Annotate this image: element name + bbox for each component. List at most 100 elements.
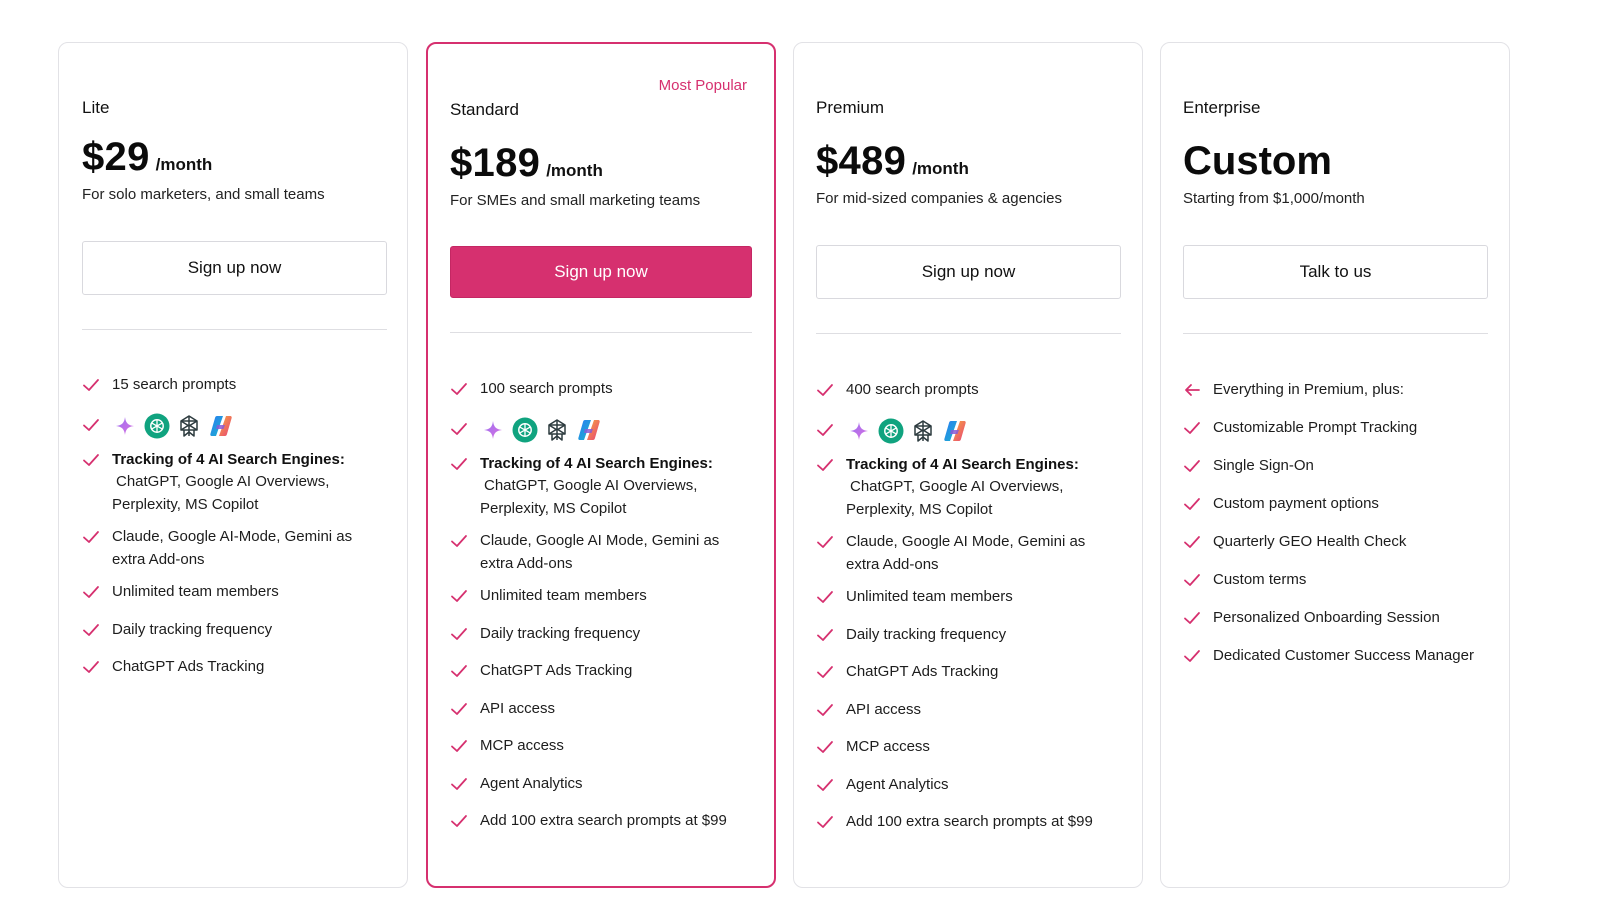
engine-logos (846, 417, 1116, 445)
feature-item: Agent Analytics (450, 773, 750, 796)
plan-card-enterprise: Enterprise Custom Starting from $1,000/m… (1160, 42, 1510, 888)
feature-item: Add 100 extra search prompts at $99 (816, 811, 1116, 834)
feature-item: ChatGPT Ads Tracking (82, 656, 382, 679)
feature-item: API access (450, 698, 750, 721)
check-icon (1183, 534, 1201, 550)
sign-up-button[interactable]: Sign up now (816, 245, 1121, 299)
check-icon (1183, 572, 1201, 588)
check-icon (82, 417, 100, 433)
feature-item: API access (816, 699, 1116, 722)
feature-item: 400 search prompts (816, 379, 1116, 402)
check-icon (816, 702, 834, 718)
plan-price: Custom (1183, 139, 1332, 183)
plan-price: $29 (82, 135, 150, 179)
check-icon (450, 776, 468, 792)
feature-item: Customizable Prompt Tracking (1183, 417, 1503, 440)
engine-logos (480, 416, 750, 444)
plan-name: Enterprise (1183, 98, 1261, 117)
check-icon (450, 738, 468, 754)
chatgpt-icon (878, 418, 904, 444)
plan-description: Starting from $1,000/month (1183, 190, 1365, 207)
check-icon (816, 627, 834, 643)
feature-item: Tracking of 4 AI Search Engines: ChatGPT,… (82, 449, 382, 517)
feature-item-engines (82, 412, 382, 440)
feature-item: Unlimited team members (82, 581, 382, 604)
check-icon (82, 659, 100, 675)
feature-item: Tracking of 4 AI Search Engines: ChatGPT,… (816, 454, 1116, 522)
check-icon (450, 813, 468, 829)
feature-list: Everything in Premium, plus: Customizabl… (1183, 379, 1503, 668)
feature-item: Everything in Premium, plus: (1183, 379, 1503, 402)
price-period: /month (155, 155, 213, 174)
feature-item: Agent Analytics (816, 774, 1116, 797)
check-icon (816, 534, 834, 550)
feature-item: Claude, Google AI Mode, Gemini as extra … (816, 531, 1116, 576)
check-icon (82, 622, 100, 638)
check-icon (450, 533, 468, 549)
feature-item-engines (450, 416, 750, 444)
check-icon (1183, 420, 1201, 436)
divider (1183, 333, 1488, 334)
plan-card-premium: Premium $489 /month For mid-sized compan… (793, 42, 1143, 888)
chatgpt-icon (512, 417, 538, 443)
feature-detail: ChatGPT, Google AI Overviews, Perplexity… (112, 473, 330, 513)
sign-up-button[interactable]: Sign up now (82, 241, 387, 295)
check-icon (816, 589, 834, 605)
gemini-sparkle-icon (846, 418, 872, 444)
check-icon (450, 421, 468, 437)
feature-item: Custom payment options (1183, 493, 1503, 516)
feature-item: 100 search prompts (450, 378, 750, 401)
feature-item: Single Sign-On (1183, 455, 1503, 478)
feature-item: Quarterly GEO Health Check (1183, 531, 1503, 554)
feature-title: Tracking of 4 AI Search Engines: (480, 454, 713, 472)
check-icon (816, 382, 834, 398)
chatgpt-icon (144, 413, 170, 439)
plan-name: Premium (816, 98, 885, 117)
perplexity-icon (176, 413, 202, 439)
feature-title: Tracking of 4 AI Search Engines: (112, 450, 345, 468)
check-icon (450, 588, 468, 604)
price-row: $489 /month (816, 139, 969, 184)
check-icon (1183, 648, 1201, 664)
feature-item-engines (816, 417, 1116, 445)
engine-logos (112, 412, 382, 440)
check-icon (1183, 458, 1201, 474)
check-icon (450, 456, 468, 472)
divider (450, 332, 752, 333)
feature-item: MCP access (450, 735, 750, 758)
copilot-icon (576, 417, 602, 443)
price-period: /month (912, 159, 969, 178)
perplexity-icon (910, 418, 936, 444)
feature-item: Claude, Google AI-Mode, Gemini as extra … (82, 526, 382, 571)
check-icon (816, 739, 834, 755)
feature-item: MCP access (816, 736, 1116, 759)
feature-list: 15 search prompts Tracking of 4 AI Searc… (82, 374, 382, 679)
sign-up-button[interactable]: Sign up now (450, 246, 752, 298)
check-icon (816, 457, 834, 473)
divider (816, 333, 1121, 334)
feature-title: Tracking of 4 AI Search Engines: (846, 455, 1079, 473)
feature-item: Unlimited team members (450, 585, 750, 608)
feature-item: 15 search prompts (82, 374, 382, 397)
check-icon (450, 701, 468, 717)
check-icon (82, 452, 100, 468)
feature-list: 100 search prompts Tracking of 4 AI Sear… (450, 378, 750, 833)
plan-card-lite: Lite $29 /month For solo marketers, and … (58, 42, 408, 888)
feature-item: Daily tracking frequency (82, 619, 382, 642)
plan-price: $489 (816, 139, 907, 183)
plan-price: $189 (450, 141, 541, 185)
plan-description: For solo marketers, and small teams (82, 186, 325, 203)
talk-to-us-button[interactable]: Talk to us (1183, 245, 1488, 299)
check-icon (82, 377, 100, 393)
plan-description: For mid-sized companies & agencies (816, 190, 1062, 207)
check-icon (816, 422, 834, 438)
copilot-icon (942, 418, 968, 444)
price-period: /month (546, 161, 603, 180)
feature-item: Custom terms (1183, 569, 1503, 592)
plan-description: For SMEs and small marketing teams (450, 192, 701, 209)
plan-name: Standard (450, 100, 519, 119)
gemini-sparkle-icon (480, 417, 506, 443)
check-icon (450, 663, 468, 679)
divider (82, 329, 387, 330)
feature-item: Tracking of 4 AI Search Engines: ChatGPT,… (450, 453, 750, 521)
